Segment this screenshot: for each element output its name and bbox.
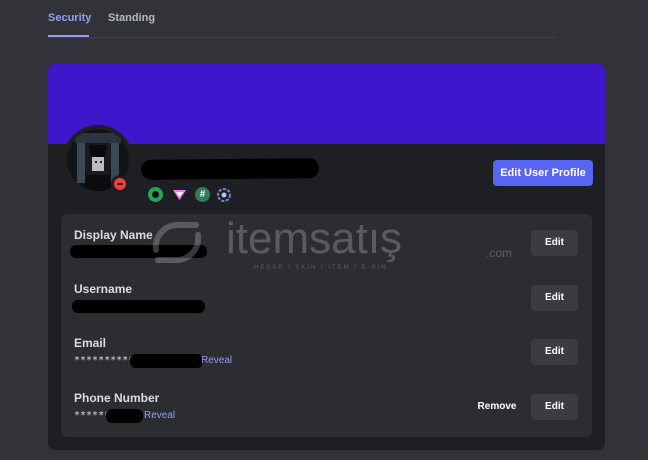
display-name-label: Display Name [74, 228, 153, 242]
profile-banner [48, 64, 605, 144]
boost-badge-icon[interactable] [216, 187, 231, 202]
remove-phone-button[interactable]: Remove [471, 394, 523, 420]
active-tab-indicator [48, 35, 89, 37]
dnd-status-icon [111, 175, 129, 193]
display-name-row: Display Name Edit [61, 224, 592, 278]
account-fields-panel: Display Name Edit Username Edit Email **… [61, 214, 592, 437]
redacted-phone-value [106, 409, 143, 423]
edit-email-button[interactable]: Edit [531, 339, 578, 365]
edit-display-name-button[interactable]: Edit [531, 230, 578, 256]
redacted-username-value [72, 300, 205, 313]
tab-security[interactable]: Security [48, 12, 91, 24]
redacted-display-name-value [70, 245, 207, 258]
reveal-phone-link[interactable]: Reveal [144, 410, 175, 421]
nitro-badge-icon[interactable] [172, 187, 187, 202]
hypesquad-badge-icon[interactable]: # [195, 187, 210, 202]
user-profile-card: # Edit User Profile Display Name Edit Us… [48, 64, 605, 450]
settings-tabs: Security Standing [48, 0, 556, 38]
avatar [63, 125, 133, 195]
quest-badge-icon[interactable] [148, 187, 163, 202]
username-label: Username [74, 282, 133, 296]
redacted-email-value [130, 354, 203, 368]
reveal-email-link[interactable]: Reveal [201, 355, 232, 366]
username-row: Username Edit [61, 278, 592, 332]
phone-row: Phone Number ******* Reveal Remove Edit [61, 386, 592, 440]
edit-phone-button[interactable]: Edit [531, 394, 578, 420]
phone-label: Phone Number [74, 391, 160, 405]
tab-standing[interactable]: Standing [108, 12, 155, 24]
edit-username-button[interactable]: Edit [531, 285, 578, 311]
email-label: Email [74, 336, 107, 350]
email-row: Email *********** Reveal Edit [61, 332, 592, 386]
redacted-display-name [140, 158, 320, 180]
edit-user-profile-button[interactable]: Edit User Profile [493, 160, 593, 186]
